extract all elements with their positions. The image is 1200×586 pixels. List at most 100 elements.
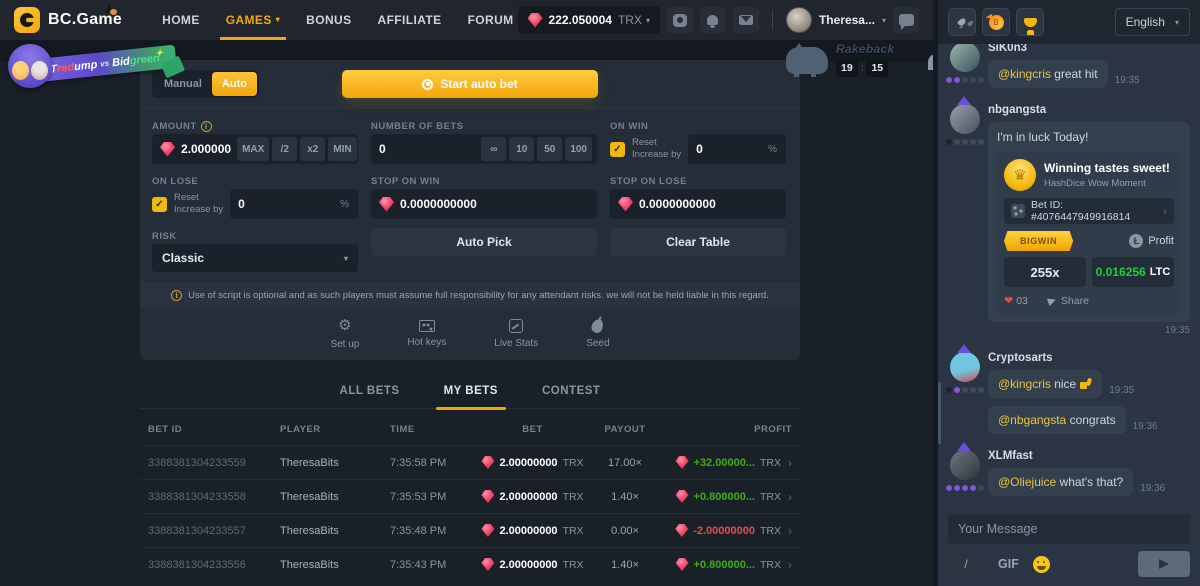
table-row[interactable]: 3388381304233558 TheresaBits 7:35:53 PM … — [140, 479, 800, 513]
trx-gem-icon — [481, 524, 494, 537]
like-button[interactable]: ❤03 — [1004, 294, 1028, 307]
table-row[interactable]: 3388381304233557 TheresaBits 7:35:48 PM … — [140, 513, 800, 547]
user-badges — [946, 139, 984, 145]
share-button[interactable]: Share — [1048, 295, 1089, 307]
trx-gem-icon — [481, 558, 494, 571]
on-win-input[interactable]: 0 % — [688, 134, 786, 164]
betting-panel: Manual Auto Start auto bet AMOUNTi — [140, 60, 800, 360]
min-button[interactable]: MIN — [328, 137, 356, 161]
risk-select[interactable]: Classic ▾ — [152, 244, 358, 272]
avatar[interactable] — [950, 352, 980, 382]
chat-toggle-button[interactable] — [893, 7, 919, 33]
avatar[interactable] — [950, 104, 980, 134]
chat-bubble: @Oliejuice what's that? — [988, 468, 1133, 496]
balance-amount: 222.050004 — [549, 13, 612, 27]
on-lose-checkbox[interactable] — [152, 197, 167, 212]
nav-link-home[interactable]: HOME — [162, 13, 200, 27]
nav-link-bonus[interactable]: BONUS — [306, 13, 351, 27]
chat-username[interactable]: nbgangsta — [988, 104, 1190, 116]
half-button[interactable]: /2 — [272, 137, 297, 161]
on-win-checkbox[interactable] — [610, 142, 625, 157]
rakeback-label: Rakeback — [836, 42, 894, 56]
mention-link[interactable]: @kingcris — [998, 377, 1051, 391]
game-content: Manual Auto Start auto bet AMOUNTi — [140, 60, 800, 581]
card-subtitle: HashDice Wow Moment — [1044, 178, 1170, 189]
chat-bubble: @kingcris nice — [988, 370, 1102, 398]
chat-message-input[interactable] — [948, 514, 1190, 544]
target-icon — [422, 79, 433, 90]
slash-commands-button[interactable]: / — [948, 551, 984, 577]
stop-on-lose-input[interactable]: 0.0000000000 — [610, 189, 786, 219]
balance-selector[interactable]: 222.050004 TRX▾ — [518, 6, 660, 34]
on-lose-options[interactable]: ResetIncrease by — [174, 192, 223, 216]
table-row[interactable]: 3388381304233559 TheresaBits 7:35:58 PM … — [140, 445, 800, 479]
chat-username[interactable]: XLMfast — [988, 450, 1190, 462]
mention-link[interactable]: @kingcris — [998, 67, 1051, 81]
nav-links: HOME GAMES▾ BONUS AFFILIATE FORUM — [162, 13, 513, 27]
on-lose-input[interactable]: 0 % — [230, 189, 358, 219]
auto-mode-tab[interactable]: Auto — [212, 72, 257, 96]
fifty-button[interactable]: 50 — [537, 137, 562, 161]
max-button[interactable]: MAX — [237, 137, 269, 161]
hundred-button[interactable]: 100 — [565, 137, 592, 161]
avatar[interactable] — [950, 44, 980, 72]
auto-pick-button[interactable]: Auto Pick — [371, 228, 597, 256]
send-button[interactable] — [1138, 551, 1190, 577]
chat-username[interactable]: SiK0n3 — [988, 44, 1190, 54]
mention-link[interactable]: @Oliejuice — [998, 475, 1056, 489]
number-of-bets-input[interactable]: 0 ∞ 10 50 100 — [371, 134, 597, 164]
share-icon — [1047, 295, 1057, 305]
rakeback-timer: 19 : 15 — [836, 59, 894, 77]
wallet-button[interactable] — [667, 7, 693, 33]
rakeback-widget[interactable]: Rakeback 19 : 15 ? Help — [786, 40, 933, 77]
help-button[interactable]: ? Help — [928, 54, 933, 70]
bet-id-link[interactable]: Bet ID: #4076447949916814 › — [1004, 198, 1174, 224]
nav-link-affiliate[interactable]: AFFILIATE — [378, 13, 442, 27]
gif-button[interactable]: GIF — [998, 557, 1019, 571]
chat-username[interactable]: Cryptosarts — [988, 352, 1190, 364]
promo-banner[interactable]: TredumpvsBidgreen ✦ — [6, 42, 186, 90]
chevron-down-icon: ▾ — [882, 16, 886, 25]
user-name[interactable]: Theresa... — [819, 13, 875, 27]
tab-my-bets[interactable]: MY BETS — [444, 374, 498, 409]
tab-contest[interactable]: CONTEST — [542, 374, 600, 409]
nav-link-forum[interactable]: FORUM — [468, 13, 514, 27]
user-avatar[interactable] — [786, 7, 812, 33]
fireball-button[interactable]: B — [982, 8, 1010, 36]
stop-on-win-input[interactable]: 0.0000000000 — [371, 189, 597, 219]
setup-button[interactable]: ⚙Set up — [330, 319, 359, 350]
start-auto-bet-button[interactable]: Start auto bet — [342, 70, 598, 98]
trx-gem-icon — [528, 13, 543, 28]
contest-button[interactable] — [1016, 8, 1044, 36]
table-row[interactable]: 3388381304233556 TheresaBits 7:35:43 PM … — [140, 547, 800, 581]
chat-scrollbar[interactable] — [938, 382, 941, 444]
brand-logo[interactable]: BC.Game — [14, 7, 122, 33]
hot-keys-button[interactable]: Hot keys — [407, 320, 446, 348]
seed-button[interactable]: Seed — [586, 319, 609, 349]
character-face — [31, 61, 48, 80]
message-time: 19:35 — [1109, 385, 1134, 398]
notifications-button[interactable] — [700, 7, 726, 33]
chat-bubble: @kingcris great hit — [988, 60, 1108, 88]
ltc-coin-icon: Ł — [1129, 234, 1143, 248]
nav-link-games[interactable]: GAMES▾ — [226, 13, 280, 27]
on-lose-control: ResetIncrease by 0 % — [152, 189, 358, 219]
messages-button[interactable] — [733, 7, 759, 33]
on-win-options[interactable]: ResetIncrease by — [632, 137, 681, 161]
chevron-right-icon: › — [788, 524, 792, 538]
amount-input[interactable]: 2.000000 MAX /2 x2 MIN — [152, 134, 358, 164]
clear-table-button[interactable]: Clear Table — [610, 228, 786, 256]
double-button[interactable]: x2 — [300, 137, 325, 161]
profit-value: 0.016256LTC — [1092, 257, 1174, 287]
language-select[interactable]: English ▾ — [1115, 8, 1190, 36]
rain-button[interactable] — [948, 8, 976, 36]
mention-link[interactable]: @nbgangsta — [998, 413, 1066, 427]
ten-button[interactable]: 10 — [509, 137, 534, 161]
infinity-button[interactable]: ∞ — [481, 137, 506, 161]
live-stats-button[interactable]: Live Stats — [494, 319, 538, 349]
main-column: BC.Game HOME GAMES▾ BONUS AFFILIATE FORU… — [0, 0, 933, 586]
rain-icon — [957, 17, 967, 27]
tab-all-bets[interactable]: ALL BETS — [340, 374, 400, 409]
avatar[interactable] — [950, 450, 980, 480]
emoji-button[interactable] — [1033, 556, 1050, 573]
